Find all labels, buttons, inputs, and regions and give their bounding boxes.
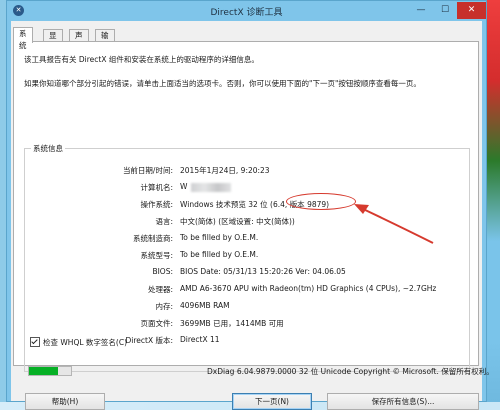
close-button[interactable]: ✕ [457,2,486,19]
client-area: 系统 显示 声音 输入 该工具报告有关 DirectX 组件和安装在系统上的驱动… [11,21,494,410]
title-bar[interactable]: ✕ DirectX 诊断工具 — ☐ ✕ [7,1,486,21]
annotation-arrow-icon [354,204,434,244]
progress-bar [28,366,72,376]
progress-fill [29,367,59,375]
copyright-text: DxDiag 6.04.9879.0000 32 位 Unicode Copyr… [207,367,494,376]
desktop-background-right [487,0,500,402]
tab-system[interactable]: 系统 [13,27,33,50]
minimize-button[interactable]: — [409,2,433,19]
maximize-button[interactable]: ☐ [433,2,457,19]
directx-diagnostic-window: ✕ DirectX 诊断工具 — ☐ ✕ 系统 显示 声音 输入 该工具报告有关… [6,0,494,410]
